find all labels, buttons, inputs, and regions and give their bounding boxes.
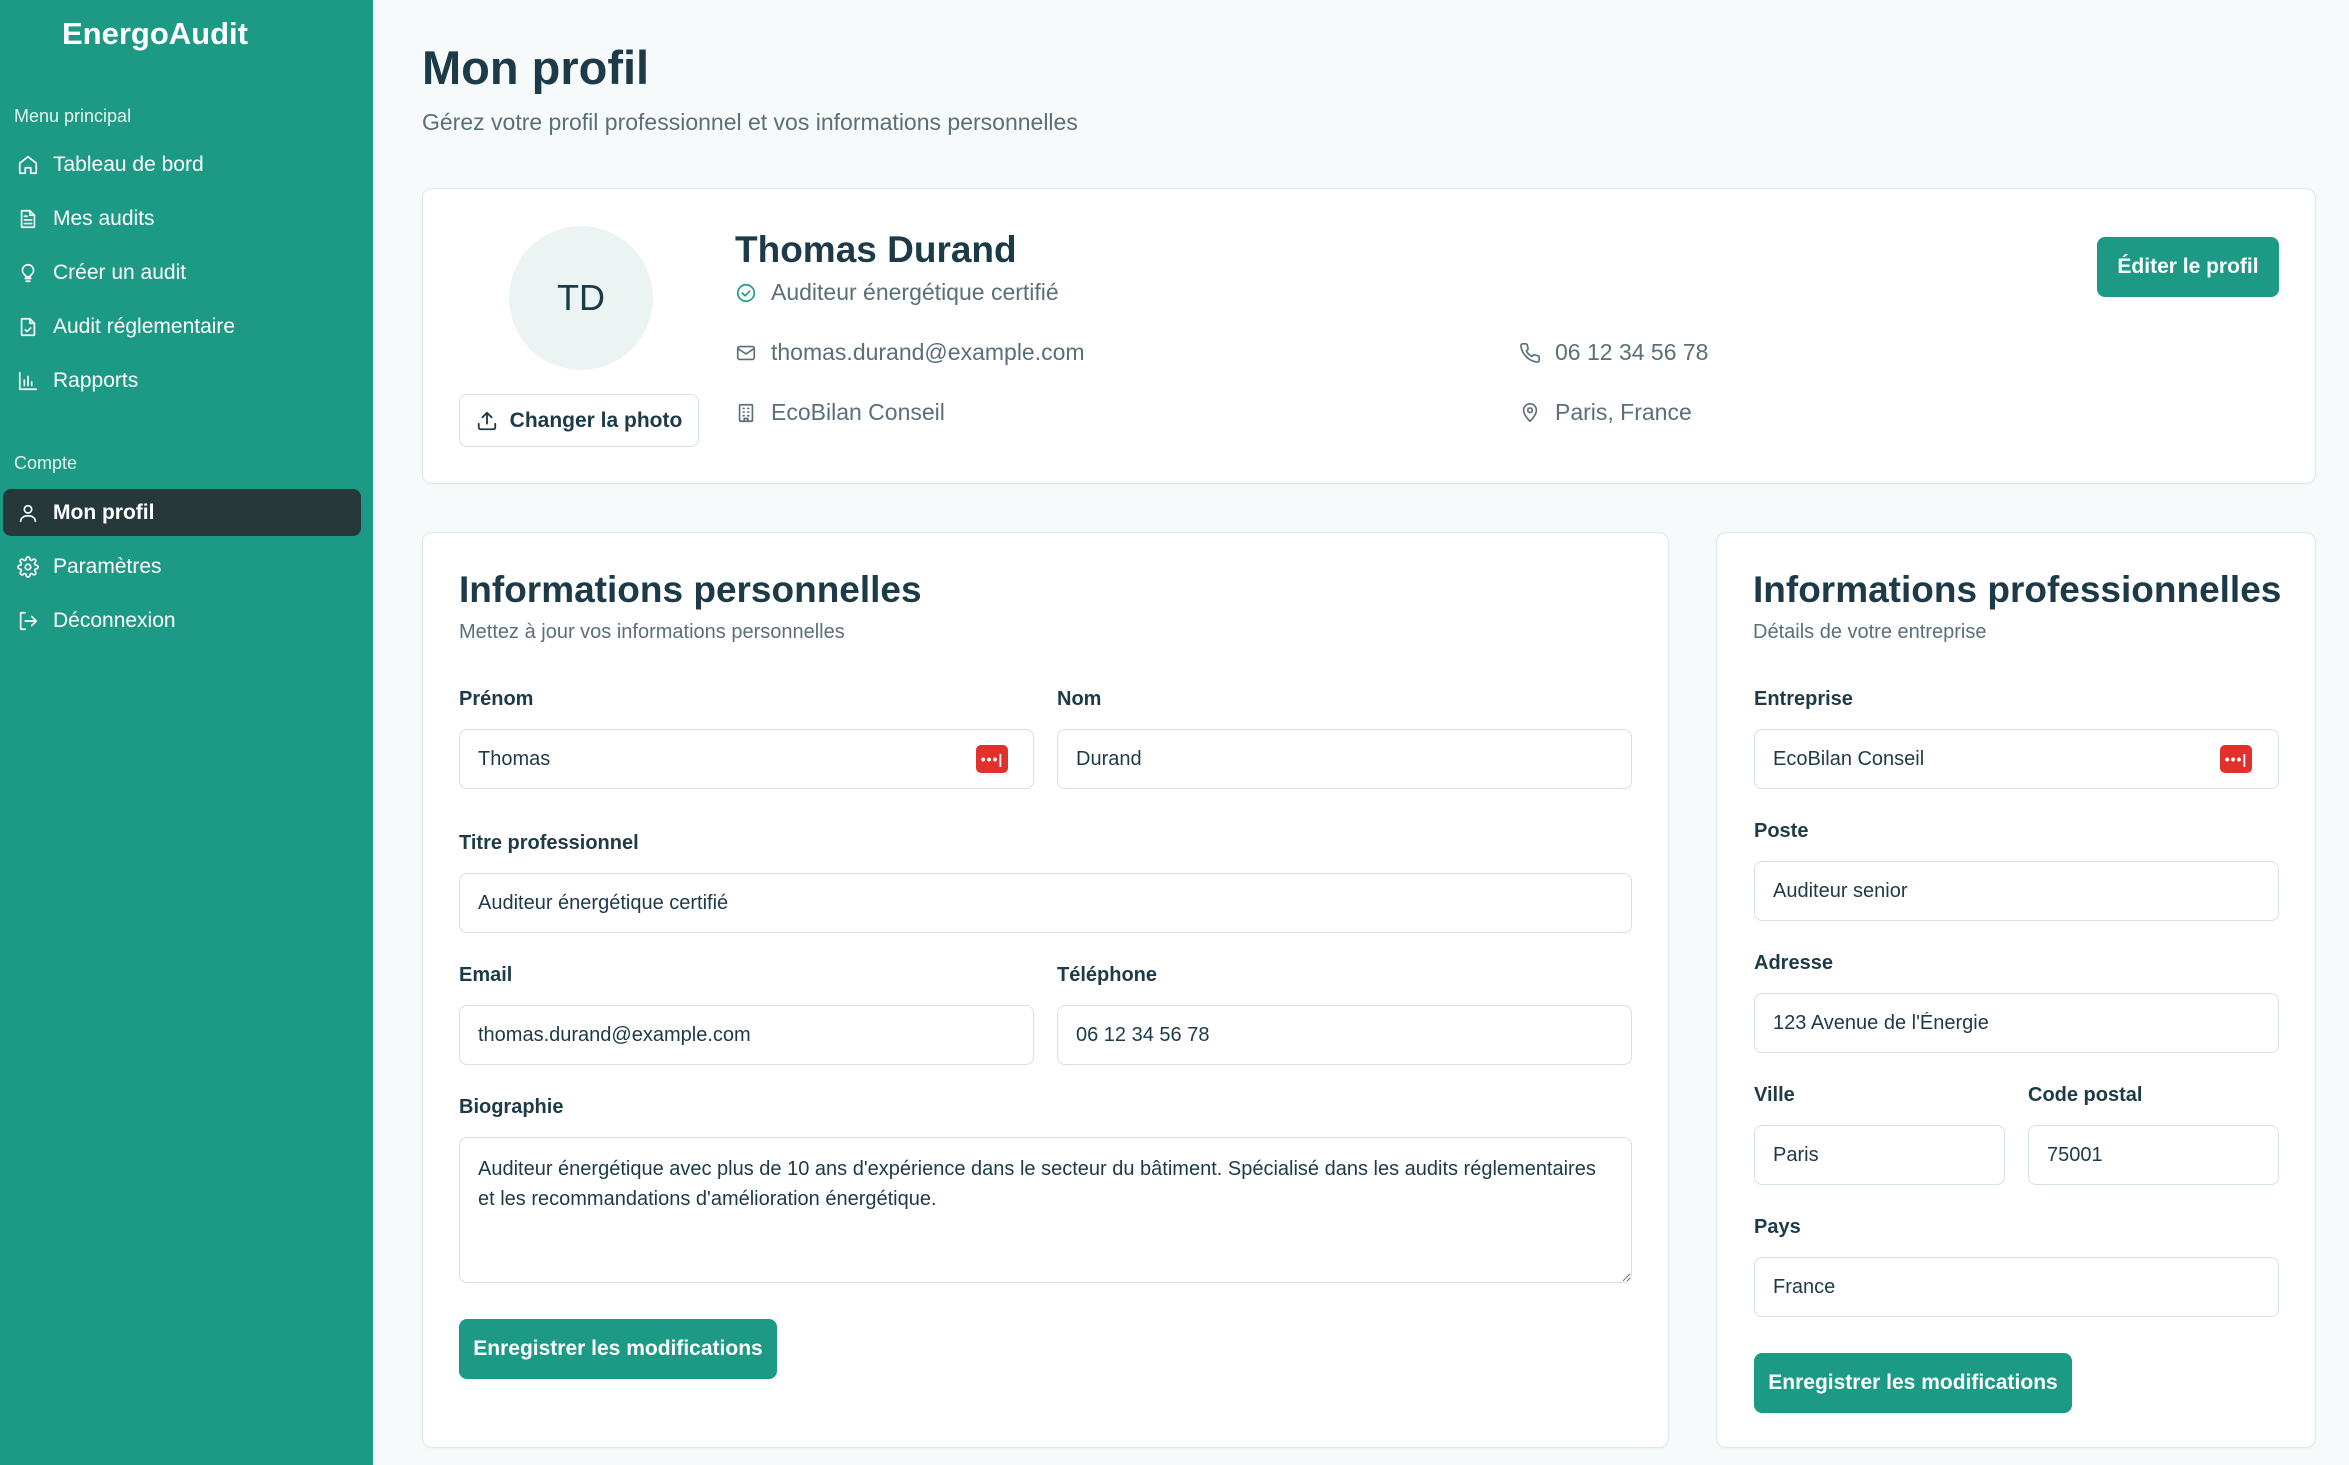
sidebar-item-label: Mon profil: [53, 500, 155, 524]
address-label: Adresse: [1754, 952, 1833, 974]
personal-info-title: Informations personnelles: [459, 569, 922, 610]
profile-email-row: thomas.durand@example.com: [735, 339, 1085, 366]
gear-icon: [15, 554, 41, 580]
password-manager-icon[interactable]: •••|: [976, 745, 1008, 773]
profile-phone: 06 12 34 56 78: [1555, 339, 1709, 365]
profile-location-row: Paris, France: [1519, 399, 1692, 426]
sidebar-item-create-audit[interactable]: Créer un audit: [3, 249, 361, 296]
brand-logo[interactable]: EnergoAudit: [62, 16, 248, 52]
sidebar-item-regulatory-audit[interactable]: Audit réglementaire: [3, 303, 361, 350]
postal-code-input[interactable]: [2028, 1125, 2279, 1185]
city-label: Ville: [1754, 1084, 1795, 1106]
map-pin-icon: [1522, 402, 1538, 422]
profile-email: thomas.durand@example.com: [771, 339, 1085, 365]
personal-info-description: Mettez à jour vos informations personnel…: [459, 621, 845, 643]
bar-chart-icon: [15, 368, 41, 394]
sidebar-item-settings[interactable]: Paramètres: [3, 543, 361, 590]
sidebar-item-label: Mes audits: [53, 206, 155, 230]
sidebar-item-dashboard[interactable]: Tableau de bord: [3, 141, 361, 188]
sidebar-item-logout[interactable]: Déconnexion: [3, 597, 361, 644]
page-title: Mon profil: [422, 41, 650, 94]
first-name-input[interactable]: [459, 729, 1034, 789]
phone-icon: [1520, 342, 1540, 363]
edit-profile-button[interactable]: Éditer le profil: [2097, 237, 2279, 297]
country-label: Pays: [1754, 1216, 1801, 1238]
page-subtitle: Gérez votre profil professionnel et vos …: [422, 109, 1078, 135]
sidebar-item-label: Déconnexion: [53, 608, 176, 632]
building-icon: [738, 403, 754, 422]
address-input[interactable]: [1754, 993, 2279, 1053]
logout-icon: [15, 608, 41, 634]
bio-label: Biographie: [459, 1096, 564, 1118]
file-icon: [15, 206, 41, 232]
professional-info-description: Détails de votre entreprise: [1753, 621, 1987, 643]
profile-summary-card: TD Changer la photo Thomas Durand Audite…: [422, 188, 2316, 484]
profile-phone-row: 06 12 34 56 78: [1519, 339, 1708, 366]
mail-icon: [736, 345, 756, 360]
sidebar: EnergoAudit Menu principal Tableau de bo…: [0, 0, 373, 1465]
sidebar-item-label: Paramètres: [53, 554, 162, 578]
postal-code-label: Code postal: [2028, 1084, 2143, 1106]
password-manager-icon[interactable]: •••|: [2220, 745, 2252, 773]
sidebar-item-label: Créer un audit: [53, 260, 187, 284]
email-field[interactable]: [459, 1005, 1034, 1065]
position-label: Poste: [1754, 820, 1809, 842]
job-title-label: Titre professionnel: [459, 832, 639, 854]
last-name-label: Nom: [1057, 688, 1102, 710]
profile-location: Paris, France: [1555, 399, 1692, 425]
phone-field[interactable]: [1057, 1005, 1632, 1065]
first-name-label: Prénom: [459, 688, 534, 710]
personal-info-card: Informations personnelles Mettez à jour …: [422, 532, 1669, 1448]
company-label: Entreprise: [1754, 688, 1853, 710]
check-circle-icon: [736, 283, 756, 302]
country-input[interactable]: [1754, 1257, 2279, 1317]
save-personal-button[interactable]: Enregistrer les modifications: [459, 1319, 777, 1379]
professional-info-card: Informations professionnelles Détails de…: [1716, 532, 2316, 1448]
profile-company-row: EcoBilan Conseil: [735, 399, 945, 426]
city-input[interactable]: [1754, 1125, 2005, 1185]
sidebar-item-label: Audit réglementaire: [53, 314, 236, 338]
sidebar-item-label: Rapports: [53, 368, 139, 392]
last-name-input[interactable]: [1057, 729, 1632, 789]
change-photo-button[interactable]: Changer la photo: [459, 394, 699, 447]
upload-icon: [477, 411, 496, 430]
user-icon: [15, 500, 41, 526]
company-input[interactable]: [1754, 729, 2279, 789]
position-input[interactable]: [1754, 861, 2279, 921]
file-check-icon: [15, 314, 41, 340]
save-professional-button[interactable]: Enregistrer les modifications: [1754, 1353, 2072, 1413]
job-title-input[interactable]: [459, 873, 1632, 933]
phone-label: Téléphone: [1057, 964, 1158, 986]
change-photo-label: Changer la photo: [509, 408, 683, 432]
sidebar-item-audits[interactable]: Mes audits: [3, 195, 361, 242]
avatar: TD: [509, 226, 653, 370]
email-label: Email: [459, 964, 513, 986]
sidebar-item-reports[interactable]: Rapports: [3, 357, 361, 404]
sidebar-item-profile[interactable]: Mon profil: [3, 489, 361, 536]
profile-title-row: Auditeur énergétique certifié: [735, 279, 1059, 306]
lightbulb-icon: [15, 260, 41, 286]
sidebar-item-label: Tableau de bord: [53, 152, 204, 176]
profile-title: Auditeur énergétique certifié: [771, 279, 1059, 305]
menu-principal-label: Menu principal: [14, 106, 132, 126]
profile-name: Thomas Durand: [735, 229, 1017, 270]
home-icon: [15, 152, 41, 178]
profile-company: EcoBilan Conseil: [771, 399, 945, 425]
professional-info-title: Informations professionnelles: [1753, 569, 2282, 610]
compte-label: Compte: [14, 453, 78, 473]
bio-textarea[interactable]: Auditeur énergétique avec plus de 10 ans…: [459, 1137, 1632, 1283]
